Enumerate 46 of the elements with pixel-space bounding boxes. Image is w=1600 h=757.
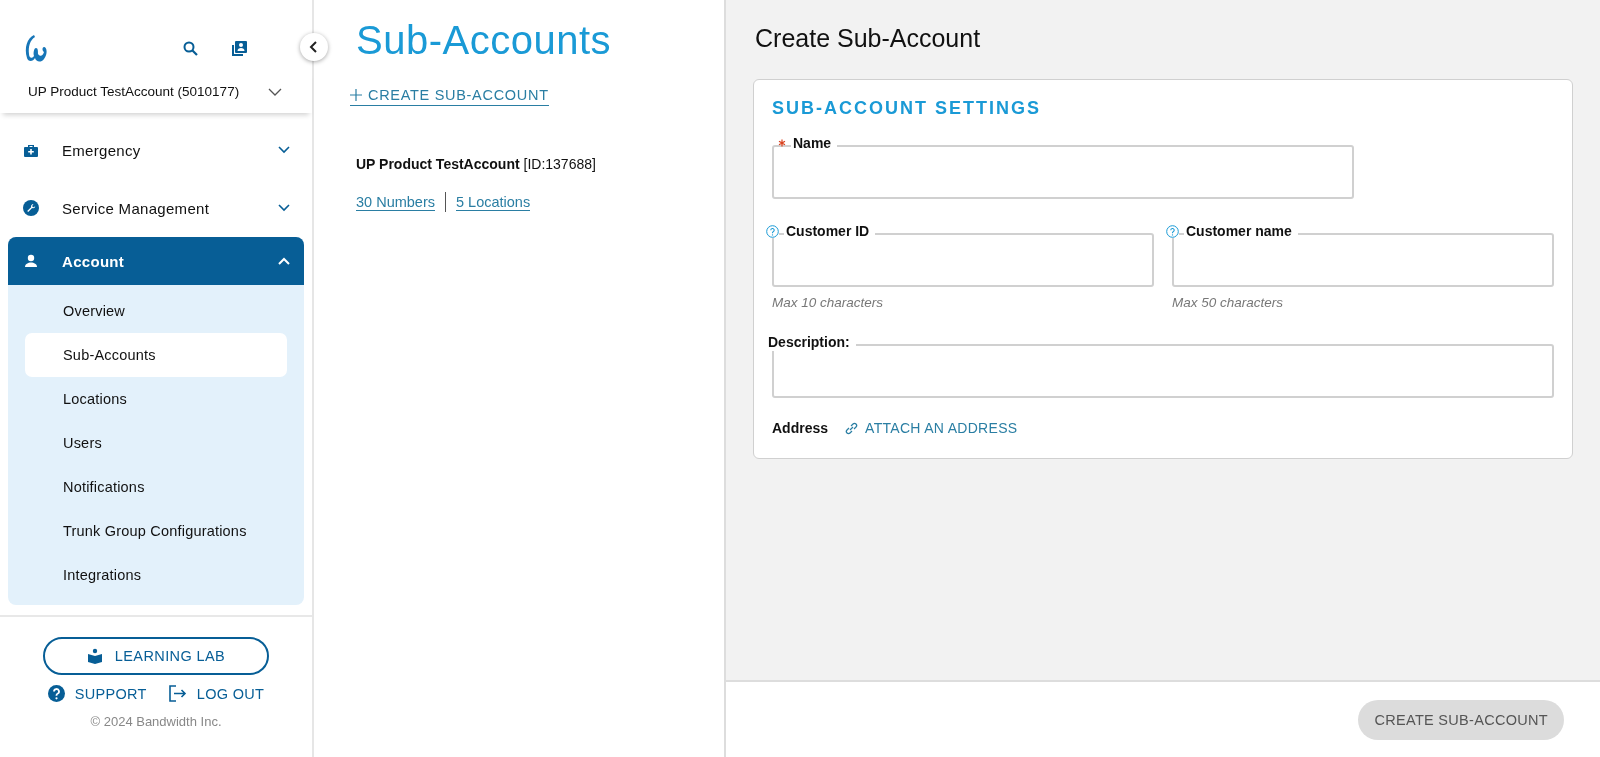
- section-heading: SUB-ACCOUNT SETTINGS: [772, 98, 1042, 119]
- submenu-item[interactable]: Integrations: [25, 553, 287, 597]
- account-title: UP Product TestAccount [ID:137688]: [356, 156, 597, 172]
- submenu-item[interactable]: Locations: [25, 377, 287, 421]
- address-label: Address: [772, 420, 829, 436]
- help-icon: [1166, 224, 1179, 238]
- chevron-down-icon: [268, 87, 282, 96]
- person-icon: [22, 252, 40, 270]
- page-title: Sub-Accounts: [355, 18, 613, 63]
- form-title: Create Sub-Account: [755, 24, 982, 53]
- attach-address-link[interactable]: ATTACH AN ADDRESS: [844, 420, 1018, 436]
- account-selector[interactable]: UP Product TestAccount (5010177): [0, 70, 312, 113]
- chevron-down-icon: [278, 146, 290, 154]
- submenu-item[interactable]: Notifications: [25, 465, 287, 509]
- collapse-button[interactable]: [300, 33, 328, 61]
- submenu-item[interactable]: Users: [25, 421, 287, 465]
- submenu-item[interactable]: Sub-Accounts: [25, 333, 287, 377]
- link-icon: [844, 420, 860, 436]
- hint-text: Max 10 characters: [772, 295, 885, 310]
- plus-icon: [350, 89, 362, 101]
- nav-item[interactable]: Account: [8, 237, 304, 285]
- nav-item[interactable]: Emergency: [8, 121, 304, 179]
- contact-book-icon[interactable]: [230, 40, 248, 58]
- create-sub-account-link[interactable]: CREATE SUB-ACCOUNT: [350, 87, 549, 106]
- logout-link[interactable]: LOG OUT: [168, 685, 265, 702]
- book-reader-icon: [86, 648, 103, 664]
- learning-lab-button[interactable]: LEARNING LAB: [42, 637, 270, 675]
- nav-item[interactable]: Service Management: [8, 179, 304, 237]
- hint-text: Max 50 characters: [1172, 295, 1285, 310]
- required-asterisk-icon: [778, 139, 786, 147]
- chevron-down-icon: [278, 204, 290, 212]
- copyright-text: © 2024 Bandwidth Inc.: [90, 714, 222, 729]
- chevron-left-icon: [309, 41, 319, 53]
- account-name: UP Product TestAccount (5010177): [28, 84, 240, 99]
- logout-icon: [168, 685, 187, 702]
- chevron-up-icon: [278, 257, 290, 265]
- help-icon: [766, 224, 779, 238]
- search-icon[interactable]: [182, 40, 200, 58]
- locations-link[interactable]: 5 Locations: [456, 193, 531, 211]
- wrench-icon: [22, 199, 40, 217]
- numbers-link[interactable]: 30 Numbers: [356, 193, 435, 211]
- submenu-item[interactable]: Overview: [25, 289, 287, 333]
- help-icon: [47, 685, 65, 702]
- support-link[interactable]: SUPPORT: [47, 685, 147, 702]
- submenu-item[interactable]: Trunk Group Configurations: [25, 509, 287, 553]
- field-label: Description:: [766, 333, 856, 351]
